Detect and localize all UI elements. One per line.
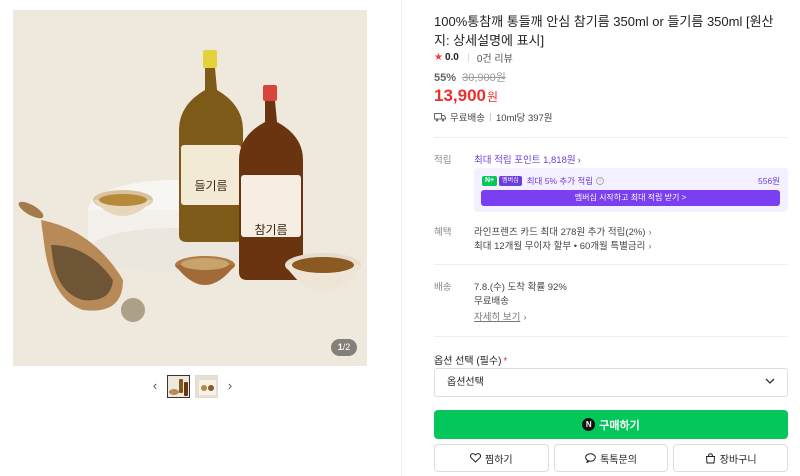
max-points-link[interactable]: 최대 적립 포인트 1,818원 › xyxy=(474,152,581,166)
cart-button[interactable]: 장바구니 xyxy=(673,444,789,472)
card-benefit-link[interactable]: 라인프렌즈 카드 최대 278원 추가 적립(2%) › xyxy=(474,224,652,238)
product-title: 100%통참깨 통들깨 안심 참기름 350ml or 들기름 350ml [원… xyxy=(434,14,774,48)
cart-button-label: 장바구니 xyxy=(719,454,757,466)
right-bottle-label: 참기름 xyxy=(254,223,287,237)
thumbnail-2[interactable] xyxy=(195,374,218,398)
shipping-summary: 무료배송 10ml당 397원 xyxy=(434,110,553,124)
prev-image-arrow[interactable]: ‹ xyxy=(148,374,162,398)
arrival-estimate: 7.8.(수) 도착 확률 92% xyxy=(474,282,567,293)
next-image-arrow[interactable]: › xyxy=(223,374,237,398)
thumbnail-1[interactable] xyxy=(167,374,190,398)
installment-benefit-link[interactable]: 최대 12개월 무이자 할부 • 60개월 특별금리 › xyxy=(474,238,652,252)
shipping-separator xyxy=(489,113,491,121)
membership-info-row: N+ 멤버십 최대 5% 추가 적립 i xyxy=(482,175,605,187)
naver-plus-badge: N+ xyxy=(482,176,498,186)
discount-rate: 55% xyxy=(434,72,457,84)
rating-score: 0.0 xyxy=(444,52,459,63)
original-price-row: 55% 30,900원 xyxy=(434,69,506,85)
delivery-detail-link[interactable]: 자세히 보기 › xyxy=(474,309,527,323)
product-main-image[interactable]: 들기름 참기름 1/2 xyxy=(13,10,367,366)
image-counter: 1/2 xyxy=(331,339,357,356)
points-label: 적립 xyxy=(434,155,452,166)
chevron-right-icon: › xyxy=(648,241,652,252)
info-icon[interactable]: i xyxy=(596,177,605,185)
option-label: 옵션 선택 (필수) * xyxy=(434,356,508,367)
membership-extra-text: 최대 5% 추가 적립 xyxy=(526,176,594,186)
shipping-fee: 무료배송 xyxy=(450,113,485,124)
section-divider xyxy=(434,264,788,265)
column-divider xyxy=(401,0,402,476)
sale-price: 13,900원 xyxy=(434,86,498,106)
star-icon: ★ xyxy=(434,52,443,63)
option-select-value: 옵션선택 xyxy=(447,377,484,388)
membership-amount: 556원 xyxy=(757,176,780,186)
chevron-right-icon: › xyxy=(523,312,527,323)
heart-icon xyxy=(470,453,482,463)
membership-start-button[interactable]: 멤버십 시작하고 최대 적립 받기 > xyxy=(481,190,780,206)
option-select-dropdown[interactable]: 옵션선택 xyxy=(434,368,788,397)
wish-button-label: 찜하기 xyxy=(485,454,513,466)
truck-icon xyxy=(434,112,446,121)
chevron-right-icon: › xyxy=(648,227,652,238)
review-count[interactable]: 0건 리뷰 xyxy=(477,50,513,65)
section-divider xyxy=(434,336,788,337)
npay-icon: N xyxy=(582,418,596,431)
rating-separator xyxy=(467,53,469,62)
membership-badge: 멤버십 xyxy=(499,176,522,186)
original-price: 30,900원 xyxy=(462,72,506,84)
wish-button[interactable]: 찜하기 xyxy=(434,444,549,472)
cart-icon xyxy=(705,452,715,463)
thumbnail-strip: ‹ › xyxy=(148,374,237,398)
chevron-right-icon: › xyxy=(577,155,581,166)
talk-button-label: 톡톡문의 xyxy=(600,454,637,466)
buy-button-label: 구매하기 xyxy=(599,419,640,432)
secondary-actions: 찜하기 톡톡문의 장바구니 xyxy=(434,444,789,472)
sale-price-currency: 원 xyxy=(487,90,499,104)
delivery-label: 배송 xyxy=(434,282,452,293)
membership-promo-box: N+ 멤버십 최대 5% 추가 적립 i 556원 멤버십 시작하고 최대 적립… xyxy=(474,168,788,212)
rating-row[interactable]: ★ 0.0 0건 리뷰 xyxy=(434,50,513,65)
required-mark: * xyxy=(503,356,508,367)
chat-icon xyxy=(585,453,596,463)
left-bottle-label: 들기름 xyxy=(194,179,227,193)
section-divider xyxy=(434,137,788,138)
talk-inquiry-button[interactable]: 톡톡문의 xyxy=(553,444,669,472)
benefits-label: 혜택 xyxy=(434,227,452,238)
buy-button[interactable]: N 구매하기 xyxy=(434,410,788,439)
chevron-down-icon xyxy=(765,378,775,384)
sale-price-value: 13,900 xyxy=(434,86,486,105)
delivery-fee: 무료배송 xyxy=(474,296,509,307)
unit-price: 10ml당 397원 xyxy=(495,113,553,124)
